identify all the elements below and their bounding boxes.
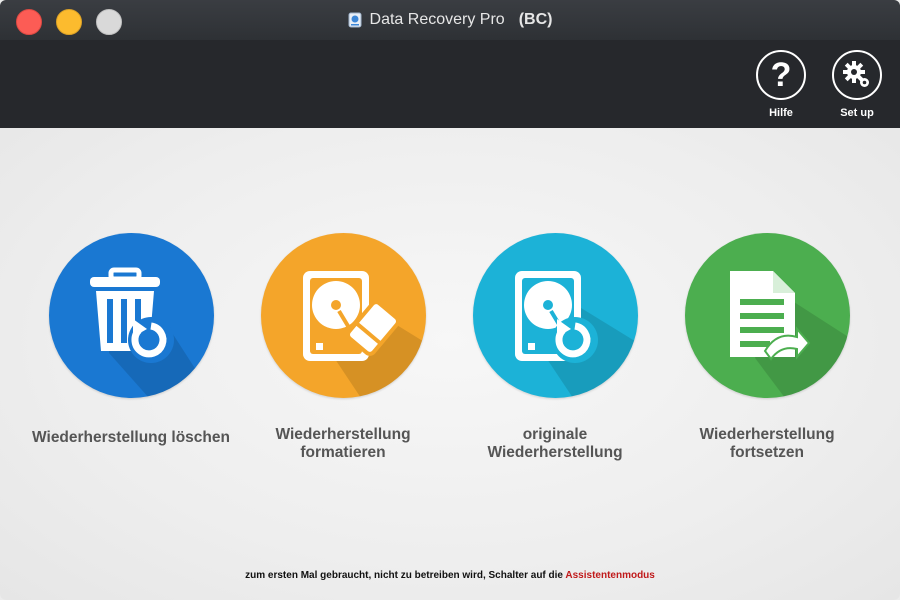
main-panel: Wiederherstellung löschen Wiederherstell… (0, 128, 900, 600)
gear-icon (832, 50, 882, 100)
window-title-text: Data Recovery Pro (369, 11, 505, 28)
option-original-recovery[interactable]: originale Wiederherstellung (455, 233, 655, 462)
setup-button[interactable]: Set up (827, 50, 887, 122)
footer-text: zum ersten Mal gebraucht, nicht zu betre… (245, 570, 566, 581)
app-disk-icon (348, 12, 362, 28)
option-format-recovery-label: Wiederherstellung formatieren (275, 426, 411, 461)
document-resume-icon (684, 233, 850, 398)
hdd-restore-icon (472, 233, 638, 398)
option-format-recovery[interactable]: Wiederherstellung formatieren (243, 233, 443, 462)
setup-label: Set up (840, 107, 874, 119)
window-title-suffix: (BC) (518, 11, 553, 28)
option-delete-recovery[interactable]: Wiederherstellung löschen (31, 233, 231, 447)
window-title: Data Recovery Pro (BC) (0, 0, 900, 40)
help-label: Hilfe (769, 107, 793, 119)
help-icon: ? (756, 50, 806, 100)
app-window: Data Recovery Pro (BC) ? Hilfe Set up Wi… (0, 0, 900, 600)
toolbar: ? Hilfe Set up (0, 40, 900, 128)
footer-hint: zum ersten Mal gebraucht, nicht zu betre… (0, 570, 900, 581)
option-delete-recovery-label: Wiederherstellung löschen (32, 429, 230, 446)
hdd-eraser-icon (260, 233, 426, 398)
trash-restore-icon (48, 233, 214, 398)
option-resume-recovery-label: Wiederherstellung fortsetzen (699, 426, 835, 461)
option-resume-recovery[interactable]: Wiederherstellung fortsetzen (667, 233, 867, 462)
help-button[interactable]: ? Hilfe (751, 50, 811, 122)
wizard-mode-link[interactable]: Assistentenmodus (565, 570, 654, 581)
option-original-recovery-label: originale Wiederherstellung (487, 426, 623, 461)
title-bar: Data Recovery Pro (BC) (0, 0, 900, 40)
